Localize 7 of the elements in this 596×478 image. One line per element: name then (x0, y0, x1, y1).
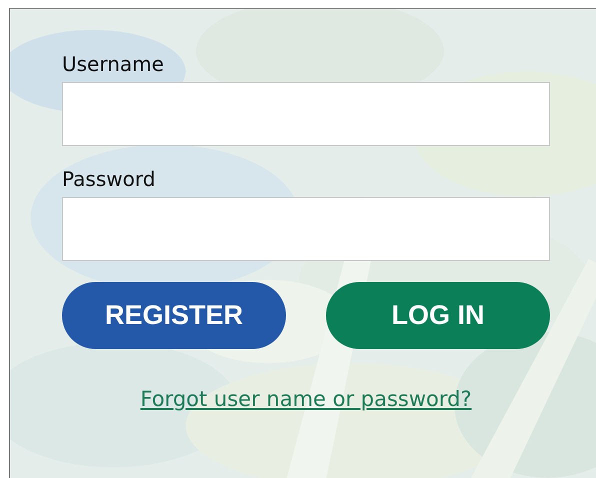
field-label: Username (62, 52, 165, 76)
input-field[interactable] (62, 197, 550, 261)
forgot-password-link[interactable]: Forgot user name or password? (140, 387, 472, 411)
register-button[interactable]: REGISTER (62, 282, 286, 349)
input-field[interactable] (62, 82, 550, 146)
login-button[interactable]: LOG IN (326, 282, 550, 349)
field-label: Password (62, 167, 156, 191)
